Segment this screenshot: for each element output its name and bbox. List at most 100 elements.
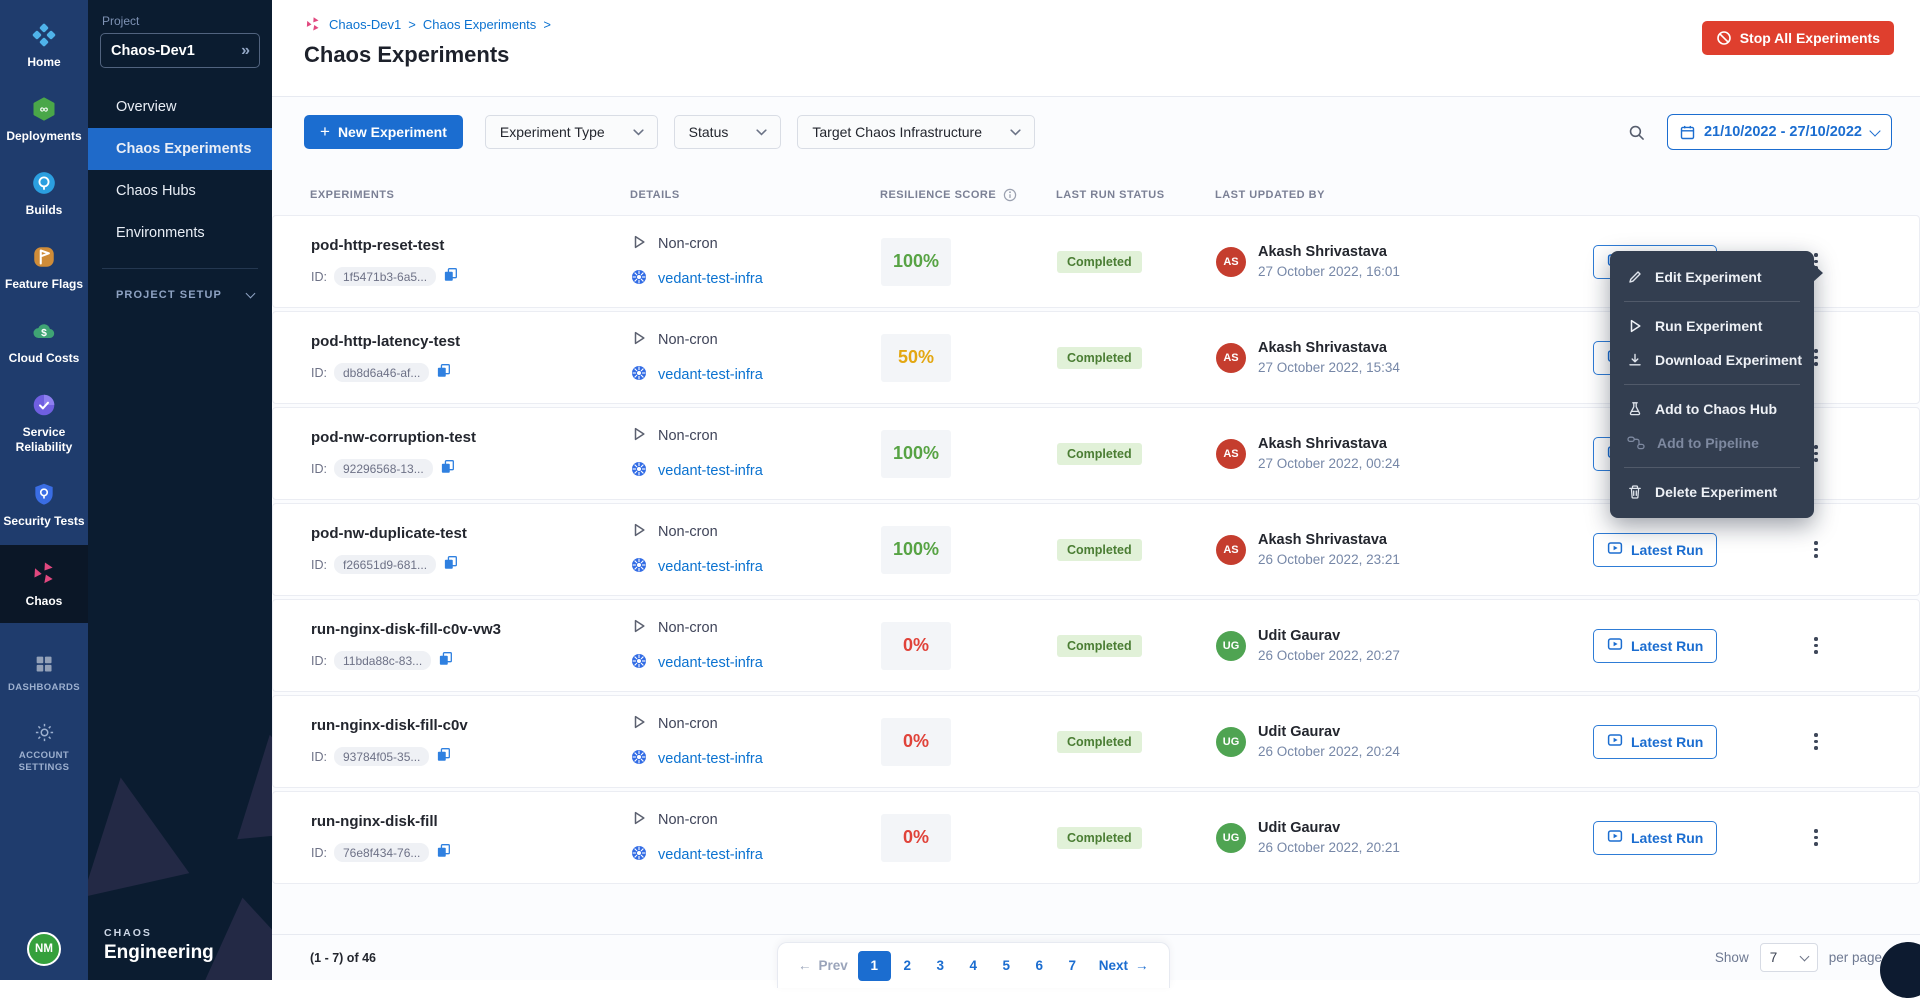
- prev-page-button[interactable]: ← Prev: [798, 958, 848, 973]
- expand-panel-icon[interactable]: »: [241, 42, 250, 60]
- copy-icon[interactable]: [438, 651, 453, 666]
- sidebar-item-chaos-experiments[interactable]: Chaos Experiments: [88, 128, 272, 170]
- search-button[interactable]: [1624, 120, 1649, 145]
- updated-by-name: Akash Shrivastava: [1258, 532, 1400, 548]
- latest-run-button[interactable]: Latest Run: [1593, 533, 1717, 567]
- status-badge: Completed: [1057, 827, 1142, 849]
- experiment-name[interactable]: run-nginx-disk-fill-c0v: [311, 717, 631, 734]
- rail-item-dashboards[interactable]: DASHBOARDS: [0, 645, 88, 702]
- gear-icon: [34, 722, 55, 743]
- page-button-4[interactable]: 4: [957, 951, 990, 981]
- copy-icon[interactable]: [443, 555, 458, 570]
- kebab-menu-icon[interactable]: [1808, 535, 1824, 564]
- menu-item-download-experiment[interactable]: Download Experiment: [1610, 343, 1814, 377]
- security-tests-icon: [31, 481, 57, 507]
- project-selector[interactable]: Chaos-Dev1 »: [100, 33, 260, 68]
- updated-at: 26 October 2022, 23:21: [1258, 552, 1400, 567]
- menu-item-delete-experiment[interactable]: Delete Experiment: [1610, 475, 1814, 509]
- latest-run-icon: [1607, 636, 1623, 652]
- infra-link[interactable]: vedant-test-infra: [658, 559, 763, 575]
- play-icon: [631, 618, 647, 634]
- experiment-name[interactable]: pod-http-latency-test: [311, 333, 631, 350]
- copy-icon[interactable]: [436, 747, 451, 762]
- experiment-id: 1f5471b3-6a5...: [334, 267, 436, 286]
- rail-item-account-settings[interactable]: ACCOUNT SETTINGS: [0, 714, 88, 782]
- filter-label: Target Chaos Infrastructure: [812, 124, 982, 140]
- stop-all-experiments-button[interactable]: Stop All Experiments: [1702, 21, 1894, 55]
- project-label: Project: [102, 14, 258, 28]
- filter-status[interactable]: Status: [674, 115, 782, 149]
- experiment-name[interactable]: run-nginx-disk-fill-c0v-vw3: [311, 621, 631, 638]
- sidebar-item-environments[interactable]: Environments: [88, 212, 272, 254]
- copy-icon[interactable]: [443, 267, 458, 282]
- experiment-name[interactable]: pod-nw-duplicate-test: [311, 525, 631, 542]
- copy-icon[interactable]: [436, 843, 451, 858]
- rail-item-service-reliability[interactable]: Service Reliability: [0, 382, 88, 465]
- copy-icon[interactable]: [436, 363, 451, 378]
- kebab-menu-icon[interactable]: [1808, 727, 1824, 756]
- infra-link[interactable]: vedant-test-infra: [658, 751, 763, 767]
- sidebar-item-chaos-hubs[interactable]: Chaos Hubs: [88, 170, 272, 212]
- download-icon: [1627, 352, 1643, 368]
- new-experiment-button[interactable]: + New Experiment: [304, 115, 463, 149]
- schedule-type: Non-cron: [658, 524, 718, 540]
- rail-item-builds[interactable]: Builds: [0, 160, 88, 228]
- infra-link[interactable]: vedant-test-infra: [658, 367, 763, 383]
- brand-small: CHAOS: [104, 927, 272, 939]
- experiment-id: 11bda88c-83...: [334, 651, 431, 670]
- menu-item-add-to-chaos-hub[interactable]: Add to Chaos Hub: [1610, 392, 1814, 426]
- filter-target-chaos-infrastructure[interactable]: Target Chaos Infrastructure: [797, 115, 1035, 149]
- latest-run-button[interactable]: Latest Run: [1593, 821, 1717, 855]
- latest-run-button[interactable]: Latest Run: [1593, 629, 1717, 663]
- latest-run-icon: [1607, 540, 1623, 556]
- updated-by-name: Akash Shrivastava: [1258, 244, 1400, 260]
- user-avatar[interactable]: NM: [27, 932, 61, 966]
- page-title: Chaos Experiments: [304, 42, 1888, 68]
- menu-item-edit-experiment[interactable]: Edit Experiment: [1610, 260, 1814, 294]
- id-label: ID:: [311, 558, 327, 572]
- resilience-score: 100%: [881, 526, 951, 574]
- service-reliability-icon: [31, 392, 57, 418]
- trash-icon: [1627, 484, 1643, 500]
- infra-link[interactable]: vedant-test-infra: [658, 271, 763, 287]
- rail-item-cloud-costs[interactable]: $Cloud Costs: [0, 308, 88, 376]
- latest-run-button[interactable]: Latest Run: [1593, 725, 1717, 759]
- rail-item-security-tests[interactable]: Security Tests: [0, 471, 88, 539]
- date-range-picker[interactable]: 21/10/2022 - 27/10/2022: [1667, 114, 1892, 150]
- breadcrumb-link-chaos-dev1[interactable]: Chaos-Dev1: [329, 17, 401, 32]
- breadcrumb-link-chaos-experiments[interactable]: Chaos Experiments: [423, 17, 536, 32]
- page-button-7[interactable]: 7: [1056, 951, 1089, 981]
- user-avatar: AS: [1216, 343, 1246, 373]
- kebab-menu-icon[interactable]: [1808, 823, 1824, 852]
- next-page-button[interactable]: Next →: [1099, 958, 1149, 973]
- experiment-name[interactable]: pod-http-reset-test: [311, 237, 631, 254]
- filter-experiment-type[interactable]: Experiment Type: [485, 115, 658, 149]
- sidebar-item-overview[interactable]: Overview: [88, 86, 272, 128]
- info-icon[interactable]: [1003, 188, 1017, 202]
- copy-icon[interactable]: [440, 459, 455, 474]
- infra-link[interactable]: vedant-test-infra: [658, 655, 763, 671]
- updated-at: 27 October 2022, 16:01: [1258, 264, 1400, 279]
- infra-link[interactable]: vedant-test-infra: [658, 463, 763, 479]
- svg-text:$: $: [41, 328, 47, 339]
- rail-item-deployments[interactable]: ∞Deployments: [0, 86, 88, 154]
- rail-item-home[interactable]: Home: [0, 12, 88, 80]
- rail-item-chaos[interactable]: Chaos: [0, 545, 88, 623]
- page-button-2[interactable]: 2: [891, 951, 924, 981]
- menu-item-run-experiment[interactable]: Run Experiment: [1610, 309, 1814, 343]
- page-size-select[interactable]: 7: [1760, 943, 1818, 972]
- project-setup-toggle[interactable]: PROJECT SETUP: [88, 269, 272, 301]
- page-button-6[interactable]: 6: [1023, 951, 1056, 981]
- page-button-3[interactable]: 3: [924, 951, 957, 981]
- kebab-menu-icon[interactable]: [1808, 631, 1824, 660]
- schedule-type: Non-cron: [658, 236, 718, 252]
- show-label: Show: [1715, 950, 1749, 965]
- experiment-name[interactable]: run-nginx-disk-fill: [311, 813, 631, 830]
- page-button-1[interactable]: 1: [858, 951, 891, 981]
- infra-link[interactable]: vedant-test-infra: [658, 847, 763, 863]
- rail-item-feature-flags[interactable]: Feature Flags: [0, 234, 88, 302]
- page-button-5[interactable]: 5: [990, 951, 1023, 981]
- rail-item-label: DASHBOARDS: [8, 682, 80, 694]
- experiment-name[interactable]: pod-nw-corruption-test: [311, 429, 631, 446]
- latest-run-label: Latest Run: [1631, 638, 1703, 654]
